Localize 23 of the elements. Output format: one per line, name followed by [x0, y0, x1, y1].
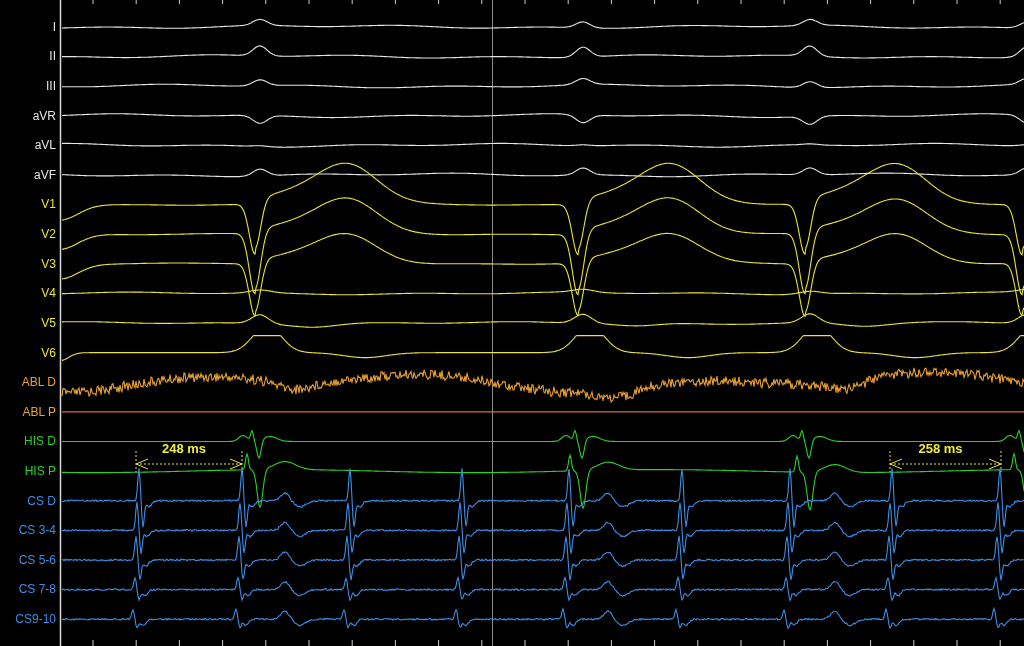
channel-label: CS 3-4	[18, 524, 56, 537]
channel-label: V2	[41, 228, 56, 241]
channel-label: II	[49, 50, 56, 63]
interval-label: 258 ms	[918, 442, 963, 455]
channel-label: aVR	[32, 109, 56, 122]
channel-label: aVL	[34, 139, 56, 152]
channel-label: V1	[41, 198, 56, 211]
channel-label: V5	[41, 316, 56, 329]
channel-label: HIS D	[24, 435, 56, 448]
channel-label: V3	[41, 257, 56, 270]
channel-label: I	[52, 20, 56, 33]
channel-label: CS 5-6	[18, 553, 56, 566]
channel-label: CS9-10	[15, 613, 56, 625]
channel-label: CS 7-8	[18, 583, 56, 596]
channel-label: ABL D	[21, 376, 56, 389]
channel-label: V4	[41, 287, 56, 300]
channel-label: CS D	[27, 494, 56, 507]
interval-label: 248 ms	[162, 442, 207, 455]
channel-label: HIS P	[24, 464, 56, 477]
channel-label: aVF	[34, 168, 56, 181]
channel-label: V6	[41, 346, 56, 359]
channel-label: III	[46, 80, 56, 92]
channel-label: ABL P	[22, 405, 56, 418]
